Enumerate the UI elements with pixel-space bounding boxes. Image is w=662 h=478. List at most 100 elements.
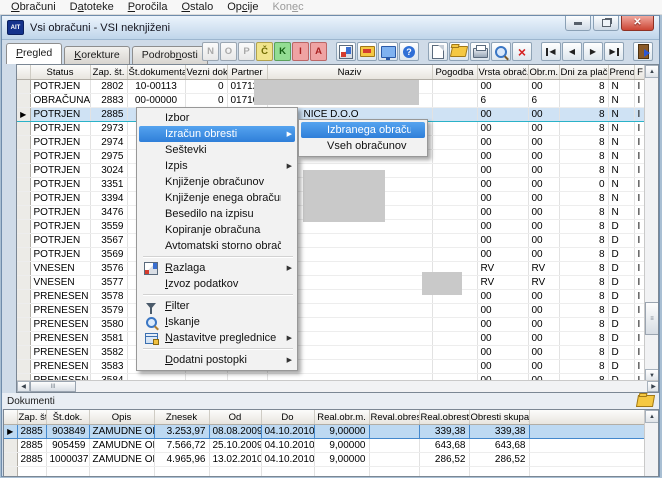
cell[interactable]	[17, 219, 31, 234]
cell[interactable]: 00	[477, 247, 529, 262]
cell[interactable]: 2885	[90, 107, 128, 122]
cell[interactable]: D	[608, 233, 635, 248]
cell[interactable]	[17, 135, 31, 150]
cell[interactable]: 9,00000	[314, 452, 370, 467]
cell[interactable]	[432, 205, 478, 220]
new-document-button[interactable]	[428, 42, 448, 61]
cell[interactable]: 3569	[90, 247, 128, 262]
cell[interactable]	[432, 79, 478, 94]
cell[interactable]: 8	[559, 163, 609, 178]
cell[interactable]	[4, 438, 18, 453]
cell[interactable]: 903849	[46, 424, 90, 439]
cell[interactable]	[17, 275, 31, 290]
column-header[interactable]: Obresti skupaj	[469, 410, 530, 425]
cell[interactable]: 8	[559, 93, 609, 108]
cell[interactable]: 3581	[90, 331, 128, 346]
cell[interactable]: 3024	[90, 163, 128, 178]
filter-n-button[interactable]: N	[202, 42, 219, 61]
cell[interactable]: 00	[528, 149, 560, 164]
filter-c-button[interactable]: Č	[256, 42, 273, 61]
cell[interactable]: D	[608, 275, 635, 290]
cell[interactable]: 8	[559, 331, 609, 346]
scroll-up-button[interactable]	[645, 65, 658, 78]
cell[interactable]	[17, 205, 31, 220]
close-button[interactable]: ✕	[621, 16, 654, 31]
cell[interactable]: N	[608, 107, 635, 122]
cell[interactable]: 0	[559, 177, 609, 192]
cell[interactable]: 0	[185, 79, 228, 94]
scroll-left-button[interactable]	[17, 381, 30, 392]
cell[interactable]: 8	[559, 247, 609, 262]
cell[interactable]: 13.02.2010	[209, 452, 262, 467]
cell[interactable]: 1000037	[46, 452, 90, 467]
cell[interactable]: VNESEN	[30, 261, 91, 276]
cell[interactable]: POTRJEN	[30, 79, 91, 94]
menu-porocila[interactable]: Poročila	[121, 0, 175, 15]
cell[interactable]	[17, 233, 31, 248]
cell[interactable]: 8	[559, 149, 609, 164]
cell[interactable]: RV	[477, 275, 529, 290]
cell[interactable]: 3577	[90, 275, 128, 290]
column-header[interactable]	[4, 410, 18, 425]
print-button[interactable]	[470, 42, 490, 61]
cell[interactable]: 00	[477, 107, 529, 122]
column-header[interactable]: Partner	[227, 65, 268, 80]
cell[interactable]: D	[608, 303, 635, 318]
cell[interactable]: N	[608, 135, 635, 150]
menu-item-avtomatski-storno-obracuna[interactable]: Avtomatski storno obračuna	[139, 238, 295, 254]
cell[interactable]: 3582	[90, 345, 128, 360]
cell[interactable]	[432, 107, 478, 122]
menu-item-kopiranje-obracuna[interactable]: Kopiranje obračuna	[139, 222, 295, 238]
cell[interactable]: 3567	[90, 233, 128, 248]
cell[interactable]	[154, 466, 210, 476]
filter-a-button[interactable]: A	[310, 42, 327, 61]
cell[interactable]: ZAMUDNE OBRESTI	[89, 438, 155, 453]
menu-datoteke[interactable]: Datoteke	[63, 0, 121, 15]
cell[interactable]: 00	[477, 233, 529, 248]
table-row[interactable]: 28851000037ZAMUDNE OBRESTI4.965,9613.02.…	[4, 452, 645, 467]
cell[interactable]: N	[608, 79, 635, 94]
cell[interactable]: 3580	[90, 317, 128, 332]
cell[interactable]: 339,38	[419, 424, 470, 439]
cell[interactable]: 00	[477, 345, 529, 360]
cell[interactable]: 8	[559, 359, 609, 374]
cell[interactable]: POTRJEN	[30, 107, 91, 122]
menu-item-dodatni-postopki[interactable]: Dodatni postopki ▶	[139, 352, 295, 368]
cell[interactable]: N	[608, 205, 635, 220]
column-header[interactable]: Reval.obresti	[369, 410, 420, 425]
cell[interactable]: 00	[477, 121, 529, 136]
cell[interactable]: POTRJEN	[30, 177, 91, 192]
cell[interactable]	[432, 359, 478, 374]
cell[interactable]: D	[608, 261, 635, 276]
cell[interactable]	[17, 247, 31, 262]
cell[interactable]: 00	[528, 345, 560, 360]
column-header[interactable]: Opis	[89, 410, 155, 425]
cell[interactable]: N	[608, 177, 635, 192]
cell[interactable]: 00	[528, 359, 560, 374]
cell[interactable]: 8	[559, 261, 609, 276]
cell[interactable]: POTRJEN	[30, 219, 91, 234]
cell[interactable]	[419, 466, 470, 476]
table-row[interactable]: PRENESEN 3578 00 00 8 D I	[17, 289, 647, 304]
menu-ostalo[interactable]: Ostalo	[174, 0, 220, 15]
cell[interactable]: 643,68	[419, 438, 470, 453]
cell[interactable]: POTRJEN	[30, 121, 91, 136]
cell[interactable]: 00	[477, 303, 529, 318]
cell[interactable]: 6	[528, 93, 560, 108]
cell[interactable]: 00	[528, 303, 560, 318]
cell[interactable]	[17, 191, 31, 206]
cell[interactable]: RV	[477, 261, 529, 276]
menu-item-izbranega-obracuna[interactable]: Izbranega obračuna	[301, 122, 425, 138]
table-row[interactable]: VNESEN 3576 RV RV 8 D I	[17, 261, 647, 276]
cell[interactable]: 2973	[90, 121, 128, 136]
cell[interactable]: PRENESEN	[30, 289, 91, 304]
cell[interactable]	[432, 219, 478, 234]
menu-item-besedilo-na-izpisu[interactable]: Besedilo na izpisu	[139, 206, 295, 222]
column-header[interactable]: Znesek	[154, 410, 210, 425]
cell[interactable]	[432, 191, 478, 206]
cell[interactable]: 00	[528, 219, 560, 234]
cell[interactable]	[46, 466, 90, 476]
cell[interactable]: POTRJEN	[30, 205, 91, 220]
cell[interactable]: 8	[559, 79, 609, 94]
cell[interactable]: 3576	[90, 261, 128, 276]
